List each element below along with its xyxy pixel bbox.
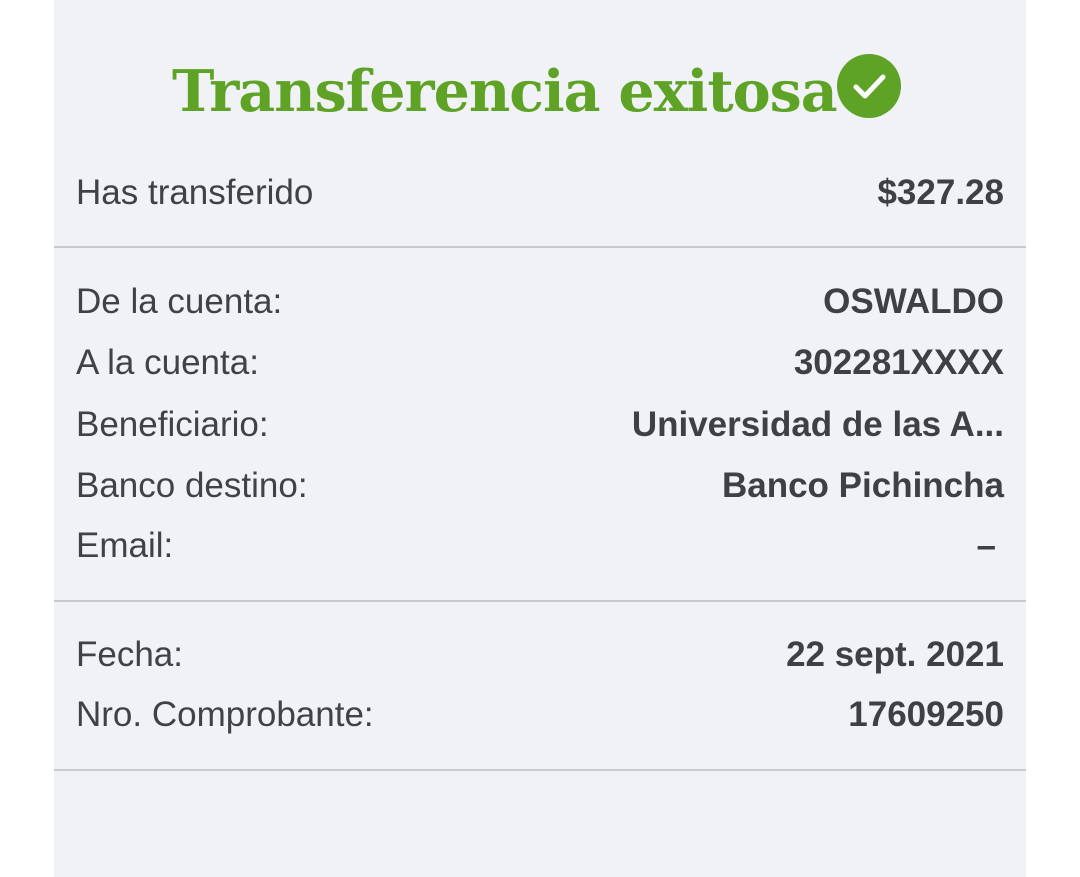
beneficiary-row: Beneficiario: Universidad de las A... <box>76 400 1004 450</box>
voucher-label: Nro. Comprobante: <box>76 695 374 734</box>
destination-bank-value: Banco Pichincha <box>721 466 1004 505</box>
to-account-value: 302281XXXX <box>793 343 1004 382</box>
email-row: Email: – <box>76 521 1004 571</box>
receipt-card: Transferencia exitosa Has transferido $3… <box>54 0 1026 877</box>
beneficiary-label: Beneficiario: <box>76 405 269 444</box>
success-header: Transferencia exitosa <box>54 52 1026 132</box>
check-circle-icon <box>837 54 901 118</box>
amount-value: $327.28 <box>877 173 1004 212</box>
divider <box>54 600 1026 602</box>
date-value: 22 sept. 2021 <box>786 635 1004 674</box>
amount-label: Has transferido <box>76 173 314 212</box>
to-account-label: A la cuenta: <box>76 343 259 382</box>
voucher-value: 17609250 <box>848 695 1004 734</box>
amount-row: Has transferido $327.28 <box>76 168 1004 218</box>
from-account-row: De la cuenta: OSWALDO <box>76 277 1004 327</box>
divider <box>54 769 1026 771</box>
from-account-label: De la cuenta: <box>76 282 283 321</box>
voucher-row: Nro. Comprobante: 17609250 <box>76 690 1004 740</box>
from-account-value: OSWALDO <box>823 282 1004 321</box>
email-label: Email: <box>76 526 174 565</box>
destination-bank-label: Banco destino: <box>76 466 308 505</box>
beneficiary-value: Universidad de las A... <box>631 405 1004 444</box>
destination-bank-row: Banco destino: Banco Pichincha <box>76 461 1004 511</box>
date-row: Fecha: 22 sept. 2021 <box>76 630 1004 680</box>
page-title: Transferencia exitosa <box>172 58 838 125</box>
email-value: – <box>976 526 996 565</box>
to-account-row: A la cuenta: 302281XXXX <box>76 338 1004 388</box>
date-label: Fecha: <box>76 635 183 674</box>
divider <box>54 246 1026 248</box>
